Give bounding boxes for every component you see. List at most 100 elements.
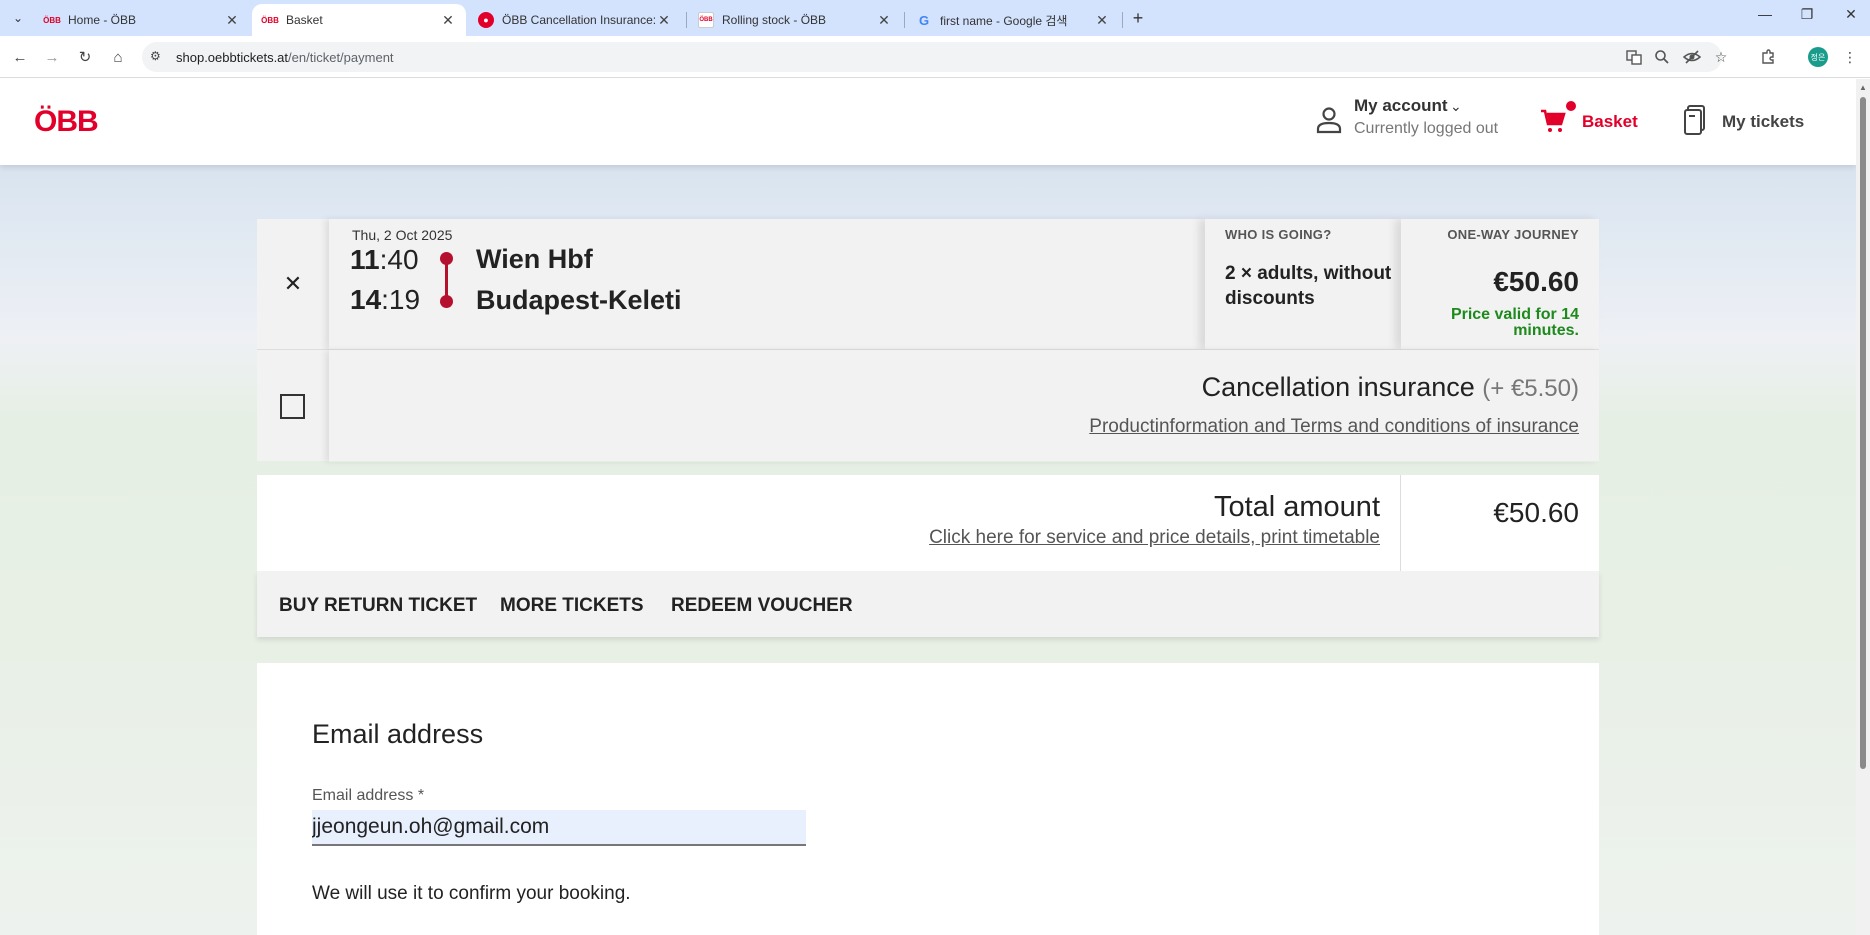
total-amount-label: Total amount xyxy=(1213,491,1380,523)
new-tab-plus-icon[interactable]: + xyxy=(1126,6,1150,30)
site-header: ÖBB My account ⌄ Currently logged out Ba… xyxy=(0,79,1856,165)
journey-date: Thu, 2 Oct 2025 xyxy=(352,227,453,243)
journey-type-label: ONE-WAY JOURNEY xyxy=(1447,227,1579,242)
scroll-thumb[interactable] xyxy=(1860,97,1866,769)
close-icon[interactable]: ✕ xyxy=(440,12,456,29)
url-text: shop.oebbtickets.at/en/ticket/payment xyxy=(176,50,394,65)
obb-logo-icon: ÖBB xyxy=(43,15,61,25)
my-account-label[interactable]: My account xyxy=(1354,96,1448,116)
obb-page-icon: ÖBB xyxy=(698,12,714,28)
total-amount: €50.60 xyxy=(1493,497,1579,528)
tab-separator xyxy=(904,12,905,28)
who-is-going-label: WHO IS GOING? xyxy=(1225,227,1332,242)
insurance-checkbox-area xyxy=(257,350,329,462)
browser-tab-basket[interactable]: ÖBB Basket ✕ xyxy=(252,4,466,36)
tab-title: Rolling stock - ÖBB xyxy=(722,13,827,27)
email-section: Email address Email address * We will us… xyxy=(257,663,1599,935)
browser-toolbar: ← → ↻ ⌂ ⚙ shop.oebbtickets.at/en/ticket/… xyxy=(0,36,1870,78)
reload-icon[interactable]: ↻ xyxy=(73,45,97,69)
url-path: /en/ticket/payment xyxy=(288,50,394,65)
browser-tab-rolling-stock[interactable]: ÖBB Rolling stock - ÖBB ✕ xyxy=(688,4,902,36)
ticket-icon[interactable] xyxy=(1684,105,1706,135)
address-bar[interactable]: ⚙ shop.oebbtickets.at/en/ticket/payment xyxy=(142,42,1722,72)
forward-arrow-icon[interactable]: → xyxy=(40,45,64,69)
tab-title: Basket xyxy=(286,13,323,27)
insurance-checkbox[interactable] xyxy=(280,394,305,419)
translate-icon[interactable] xyxy=(1622,45,1646,69)
profile-avatar[interactable]: 정은 xyxy=(1808,47,1828,67)
tab-search-chevron-icon[interactable]: ⌄ xyxy=(6,7,30,29)
google-icon: G xyxy=(918,12,930,28)
browser-tab-google[interactable]: G first name - Google 검색 ✕ xyxy=(906,4,1120,36)
remove-journey-close-icon[interactable]: ✕ xyxy=(257,219,329,349)
departure-minutes: :40 xyxy=(379,244,419,275)
site-settings-icon[interactable]: ⚙ xyxy=(150,49,161,63)
insurance-title-text: Cancellation insurance xyxy=(1201,372,1475,402)
total-card: Total amount Click here for service and … xyxy=(257,475,1599,571)
my-tickets-link[interactable]: My tickets xyxy=(1722,112,1804,132)
cart-icon[interactable] xyxy=(1540,109,1566,133)
redeem-voucher-button[interactable]: REDEEM VOUCHER xyxy=(671,595,853,617)
route-end-dot xyxy=(440,295,453,308)
price-details-link[interactable]: Click here for service and price details… xyxy=(929,527,1380,549)
price-validity: Price valid for 14 minutes. xyxy=(1450,306,1579,339)
close-icon[interactable]: ✕ xyxy=(876,12,892,29)
divider xyxy=(1400,475,1401,571)
browser-tab-strip: ⌄ ÖBB Home - ÖBB ✕ ÖBB Basket ✕ ● ÖBB Ca… xyxy=(0,0,1870,36)
menu-kebab-icon[interactable]: ⋮ xyxy=(1838,45,1862,69)
back-arrow-icon[interactable]: ← xyxy=(8,45,32,69)
insurance-price: (+ €5.50) xyxy=(1482,375,1579,402)
journey-details: Thu, 2 Oct 2025 11:40 14:19 Wien Hbf Bud… xyxy=(329,219,1205,349)
restore-icon[interactable]: ❐ xyxy=(1792,6,1822,23)
departure-hour: 11 xyxy=(350,244,380,275)
journey-price-panel: ONE-WAY JOURNEY €50.60 Price valid for 1… xyxy=(1401,219,1599,349)
bookmark-star-icon[interactable]: ☆ xyxy=(1709,45,1733,69)
obb-logo[interactable]: ÖBB xyxy=(34,105,99,139)
email-hint: We will use it to confirm your booking. xyxy=(312,883,631,904)
insurance-terms-link[interactable]: Productinformation and Terms and conditi… xyxy=(1089,416,1579,438)
basket-link[interactable]: Basket xyxy=(1582,112,1638,132)
close-icon[interactable]: ✕ xyxy=(224,12,240,29)
window-close-icon[interactable]: ✕ xyxy=(1836,6,1866,23)
browser-tab-home[interactable]: ÖBB Home - ÖBB ✕ xyxy=(34,4,250,36)
tab-title: Home - ÖBB xyxy=(68,13,137,27)
insurance-details: Cancellation insurance (+ €5.50) Product… xyxy=(329,350,1599,462)
minimize-icon[interactable]: — xyxy=(1750,6,1780,22)
origin-station: Wien Hbf xyxy=(476,244,593,274)
more-tickets-button[interactable]: MORE TICKETS xyxy=(500,595,644,617)
url-host: shop.oebbtickets.at xyxy=(176,50,289,65)
eye-hidden-icon[interactable] xyxy=(1680,45,1704,69)
close-icon[interactable]: ✕ xyxy=(1094,12,1110,29)
person-icon[interactable] xyxy=(1316,106,1342,134)
chevron-down-icon[interactable]: ⌄ xyxy=(1450,98,1462,115)
zoom-icon[interactable] xyxy=(1650,45,1674,69)
insurance-title: Cancellation insurance (+ €5.50) xyxy=(1202,372,1579,403)
journey-price: €50.60 xyxy=(1493,266,1579,297)
passengers-text: 2 × adults, without discounts xyxy=(1225,263,1392,309)
insurance-card: Cancellation insurance (+ €5.50) Product… xyxy=(257,349,1599,461)
tab-title: ÖBB Cancellation Insurance: P xyxy=(502,13,656,27)
close-icon[interactable]: ✕ xyxy=(656,12,672,29)
basket-badge xyxy=(1566,101,1576,111)
home-icon[interactable]: ⌂ xyxy=(106,45,130,69)
page-scrollbar[interactable]: ▲ xyxy=(1856,79,1870,935)
ticket-actions-bar: BUY RETURN TICKET MORE TICKETS REDEEM VO… xyxy=(257,571,1599,637)
browser-tab-insurance[interactable]: ● ÖBB Cancellation Insurance: P ✕ xyxy=(468,4,682,36)
buy-return-ticket-button[interactable]: BUY RETURN TICKET xyxy=(279,595,477,617)
scroll-up-arrow-icon[interactable]: ▲ xyxy=(1859,83,1867,92)
arrival-minutes: :19 xyxy=(381,284,421,315)
arrival-hour: 14 xyxy=(350,284,382,315)
journey-card: ✕ Thu, 2 Oct 2025 11:40 14:19 Wien Hbf B… xyxy=(257,219,1599,349)
route-start-dot xyxy=(440,252,453,265)
obb-circle-icon: ● xyxy=(478,12,494,28)
passengers-panel[interactable]: WHO IS GOING? 2 × adults, without discou… xyxy=(1205,219,1401,349)
tab-separator xyxy=(1122,12,1123,28)
tab-separator xyxy=(686,12,687,28)
email-field-label: Email address * xyxy=(312,787,425,804)
departure-time: 11:40 xyxy=(350,244,419,276)
login-status: Currently logged out xyxy=(1354,120,1499,137)
email-heading: Email address xyxy=(312,719,484,749)
extensions-icon[interactable] xyxy=(1756,45,1780,69)
tab-title: first name - Google 검색 xyxy=(940,13,1068,28)
email-field[interactable] xyxy=(312,810,806,846)
